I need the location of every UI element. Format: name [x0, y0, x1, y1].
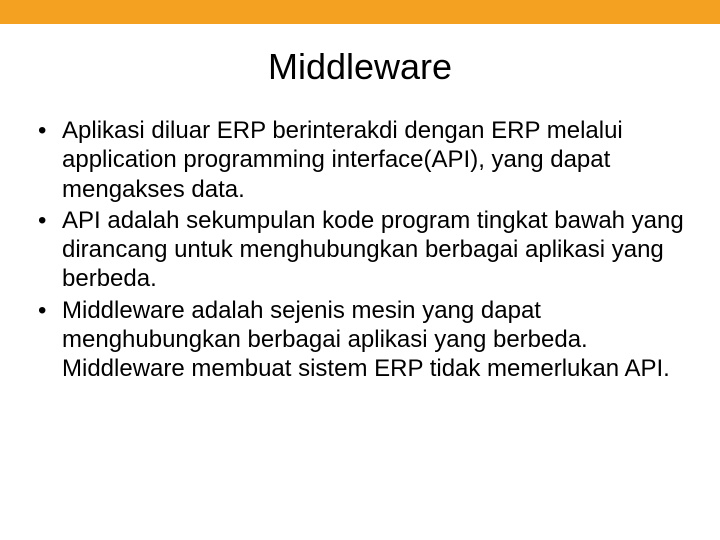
bullet-list: Aplikasi diluar ERP berinterakdi dengan … — [34, 116, 686, 383]
bullet-item: Middleware adalah sejenis mesin yang dap… — [34, 296, 686, 384]
accent-bar — [0, 0, 720, 24]
slide-title: Middleware — [0, 46, 720, 88]
slide-content: Aplikasi diluar ERP berinterakdi dengan … — [0, 116, 720, 383]
bullet-item: Aplikasi diluar ERP berinterakdi dengan … — [34, 116, 686, 204]
bullet-item: API adalah sekumpulan kode program tingk… — [34, 206, 686, 294]
